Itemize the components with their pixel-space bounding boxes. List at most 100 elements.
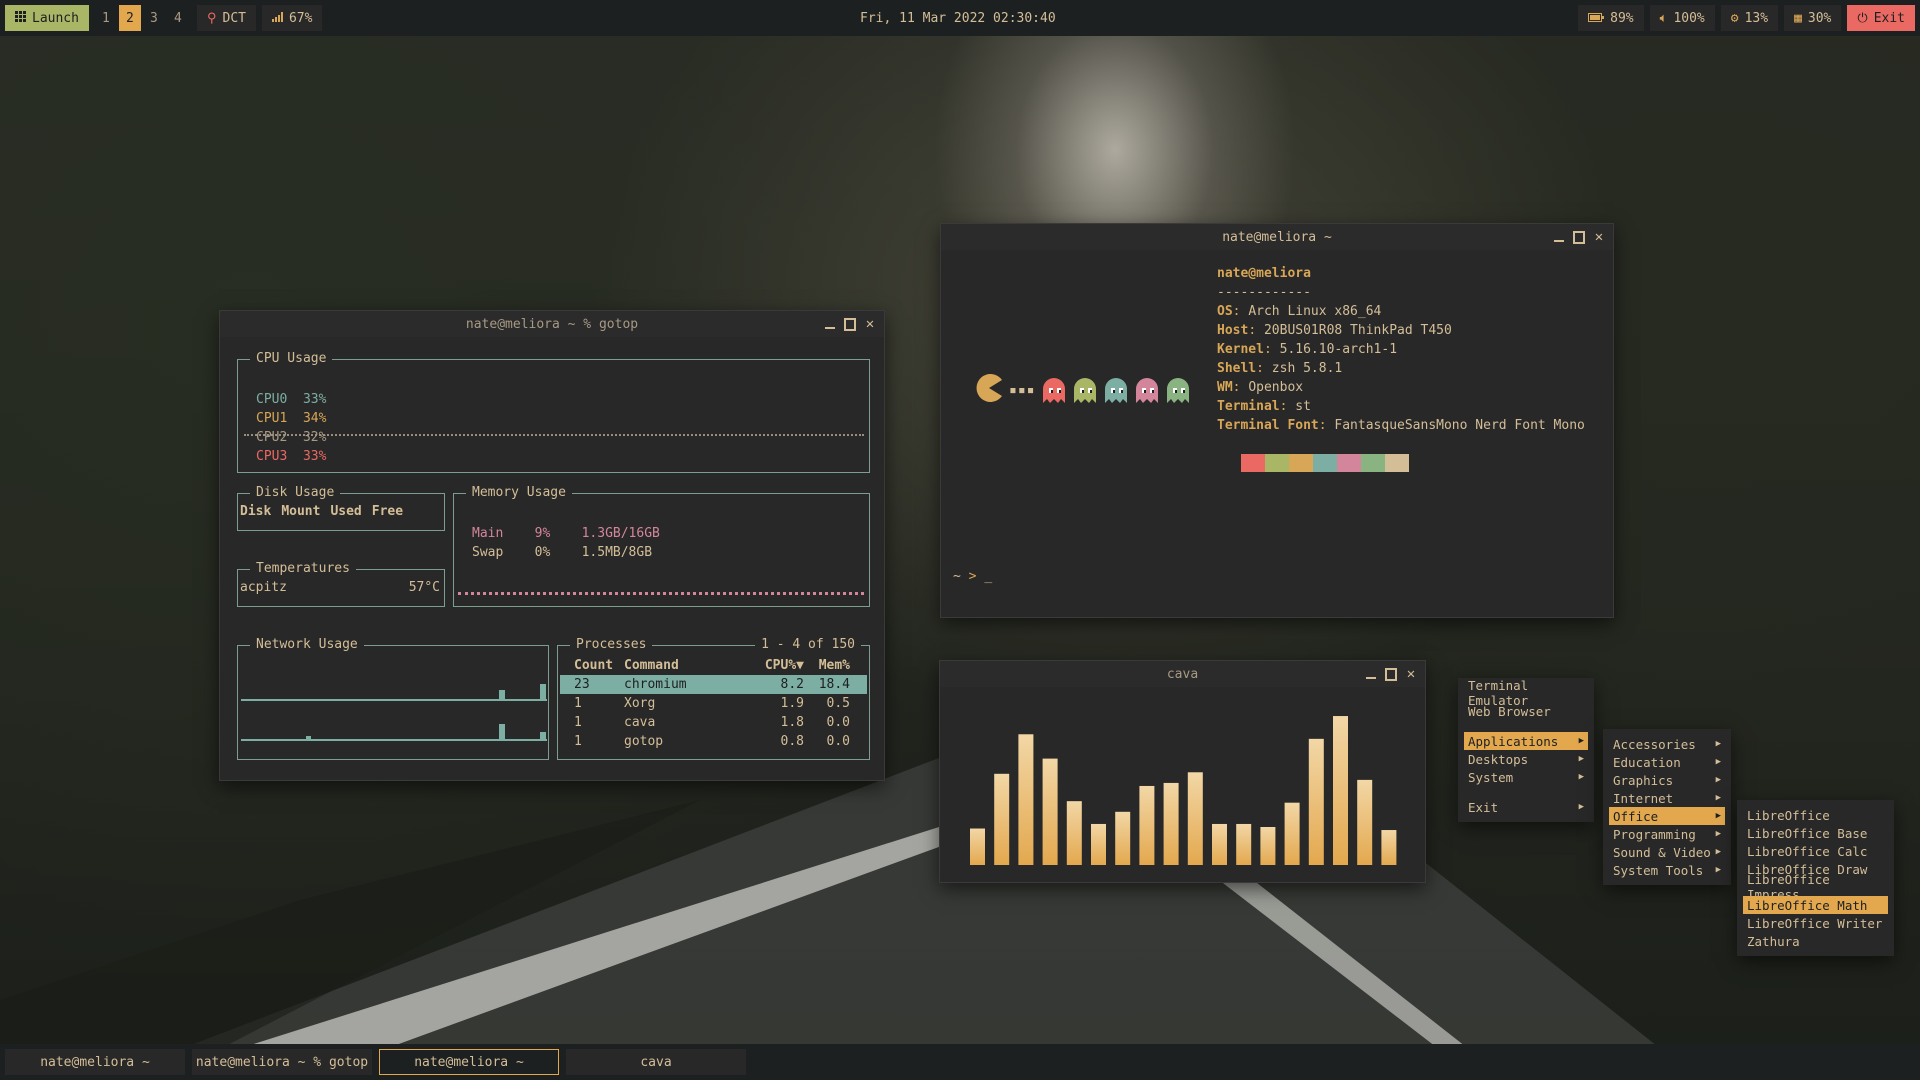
- minimize-icon[interactable]: [1365, 668, 1377, 680]
- launch-label: Launch: [32, 10, 79, 26]
- workspace-2[interactable]: 2: [118, 5, 141, 31]
- menu-item-sound-video[interactable]: Sound & Video ▶: [1603, 843, 1731, 861]
- menu-item-accessories[interactable]: Accessories ▶: [1603, 735, 1731, 753]
- exit-button[interactable]: ⏻ Exit: [1847, 5, 1915, 31]
- cava-bar: [1018, 734, 1034, 865]
- memory-usage-title: Memory Usage: [466, 485, 572, 501]
- palette-swatch: [1289, 454, 1313, 472]
- window-titlebar[interactable]: nate@meliora ~ % gotop: [220, 311, 884, 337]
- menu-item-libreoffice-math[interactable]: LibreOffice Math: [1743, 896, 1888, 914]
- menu-item-applications[interactable]: Applications ▶: [1464, 732, 1588, 750]
- menu-item-graphics[interactable]: Graphics ▶: [1603, 771, 1731, 789]
- proc-col-cpu[interactable]: CPU%▼: [744, 656, 804, 675]
- process-header-row: Count Command CPU%▼ Mem%: [560, 656, 867, 675]
- table-row[interactable]: 23 chromium 8.2 18.4: [560, 675, 867, 694]
- workspace-3[interactable]: 3: [143, 5, 165, 31]
- clock[interactable]: Fri, 11 Mar 2022 02:30:40: [860, 0, 1056, 36]
- memory-icon: ▦: [1794, 10, 1802, 26]
- volume-label: 100%: [1673, 10, 1705, 26]
- menu-item-libreoffice-calc[interactable]: LibreOffice Calc: [1737, 842, 1894, 860]
- signal-indicator[interactable]: 67%: [261, 5, 323, 31]
- menu-item-zathura[interactable]: Zathura: [1737, 932, 1894, 950]
- cava-bar: [1260, 827, 1276, 865]
- cpu-label: 13%: [1744, 10, 1769, 26]
- menu-item-libreoffice-base[interactable]: LibreOffice Base: [1737, 824, 1894, 842]
- battery-indicator[interactable]: 89%: [1578, 5, 1644, 31]
- close-icon[interactable]: [864, 318, 876, 330]
- arrow-right-icon: ▶: [1715, 757, 1721, 767]
- menu-item-education[interactable]: Education ▶: [1603, 753, 1731, 771]
- processes-range: 1 - 4 of 150: [755, 637, 861, 653]
- maximize-icon[interactable]: [1385, 668, 1397, 680]
- disk-usage-title: Disk Usage: [250, 485, 341, 501]
- table-row[interactable]: 1 Xorg 1.9 0.5: [560, 694, 867, 713]
- cava-bar: [1042, 758, 1058, 865]
- proc-col-count[interactable]: Count: [560, 656, 624, 675]
- task-gotop[interactable]: nate@meliora ~ % gotop: [192, 1049, 372, 1075]
- cava-bar: [1139, 785, 1155, 865]
- prompt-line[interactable]: ~ > _: [953, 569, 992, 584]
- menu-item-desktops[interactable]: Desktops ▶: [1458, 750, 1594, 768]
- cava-bar: [1333, 716, 1348, 865]
- dct-label: DCT: [222, 10, 246, 26]
- minimize-icon[interactable]: [824, 318, 836, 330]
- memory-usage-panel: Memory Usage Main 9% 1.3GB/16GB Swap 0% …: [453, 485, 870, 607]
- proc-col-mem[interactable]: Mem%: [804, 656, 850, 675]
- mem-swap-row: Swap 0% 1.5MB/8GB: [472, 545, 653, 560]
- menu-item-office[interactable]: Office ▶: [1609, 807, 1725, 825]
- table-row[interactable]: 1 gotop 0.8 0.0: [560, 732, 867, 751]
- taskbar: nate@meliora ~ nate@meliora ~ % gotop na…: [0, 1044, 1920, 1080]
- menu-item-internet[interactable]: Internet ▶: [1603, 789, 1731, 807]
- temp-sensor: acpitz: [240, 580, 287, 595]
- menu-item-terminal[interactable]: Terminal Emulator: [1458, 678, 1594, 708]
- proc-col-command[interactable]: Command: [624, 656, 744, 675]
- maximize-icon[interactable]: [844, 318, 856, 330]
- arrow-right-icon: ▶: [1715, 775, 1721, 785]
- cava-window[interactable]: cava: [939, 660, 1426, 883]
- window-titlebar[interactable]: nate@meliora ~: [941, 224, 1613, 250]
- terminal-window[interactable]: nate@meliora ~ ▪▪▪ nate@meliora --------…: [940, 223, 1614, 618]
- cava-bar: [1357, 779, 1373, 865]
- cava-bar: [1236, 823, 1252, 865]
- fetch-row-font: Terminal Font: FantasqueSansMono Nerd Fo…: [1217, 418, 1585, 433]
- task-cava[interactable]: cava: [566, 1049, 746, 1075]
- workspace-4[interactable]: 4: [167, 5, 189, 31]
- memory-indicator[interactable]: ▦ 30%: [1784, 5, 1842, 31]
- fetch-row-kernel: Kernel: 5.16.10-arch1-1: [1217, 342, 1398, 357]
- close-icon[interactable]: [1593, 231, 1605, 243]
- memory-graph: [458, 592, 864, 596]
- exit-label: Exit: [1873, 10, 1905, 26]
- disk-header-disk: Disk: [240, 504, 272, 519]
- arrow-right-icon: ▶: [1578, 772, 1584, 782]
- dct-indicator[interactable]: ⚲ DCT: [196, 5, 256, 31]
- signal-icon: [271, 11, 283, 26]
- window-titlebar[interactable]: cava: [940, 661, 1425, 687]
- gotop-window[interactable]: nate@meliora ~ % gotop CPU Usage CPU0 33…: [219, 310, 885, 781]
- menu-item-programming[interactable]: Programming ▶: [1603, 825, 1731, 843]
- menu-item-libreoffice-writer[interactable]: LibreOffice Writer: [1737, 914, 1894, 932]
- cpu-indicator[interactable]: ⚙ 13%: [1720, 5, 1779, 31]
- menu-item-browser[interactable]: Web Browser: [1458, 702, 1594, 720]
- office-menu: LibreOffice LibreOffice Base LibreOffice…: [1737, 800, 1894, 956]
- cpu3-row: CPU3 33%: [256, 449, 327, 464]
- cava-bar: [1115, 811, 1131, 865]
- minimize-icon[interactable]: [1553, 231, 1565, 243]
- menu-item-libreoffice[interactable]: LibreOffice: [1737, 806, 1894, 824]
- launch-button[interactable]: Launch: [5, 5, 89, 31]
- volume-indicator[interactable]: 🔈︎ 100%: [1649, 5, 1715, 31]
- window-title: nate@meliora ~ % gotop: [465, 316, 639, 332]
- menu-item-system-tools[interactable]: System Tools ▶: [1603, 861, 1731, 879]
- task-terminal[interactable]: nate@meliora ~: [5, 1049, 185, 1075]
- arrow-right-icon: ▶: [1578, 802, 1584, 812]
- cpu0-row: CPU0 33%: [256, 392, 327, 407]
- window-title: cava: [1166, 666, 1199, 682]
- disk-usage-panel: Disk Usage Disk Mount Used Free: [237, 485, 445, 531]
- menu-item-system[interactable]: System ▶: [1458, 768, 1594, 786]
- menu-item-exit[interactable]: Exit ▶: [1458, 798, 1594, 816]
- table-row[interactable]: 1 cava 1.8 0.0: [560, 713, 867, 732]
- task-terminal-active[interactable]: nate@meliora ~: [379, 1049, 559, 1075]
- workspace-1[interactable]: 1: [95, 5, 117, 31]
- maximize-icon[interactable]: [1573, 231, 1585, 243]
- close-icon[interactable]: [1405, 668, 1417, 680]
- menu-item-libreoffice-impress[interactable]: LibreOffice Impress: [1737, 872, 1894, 902]
